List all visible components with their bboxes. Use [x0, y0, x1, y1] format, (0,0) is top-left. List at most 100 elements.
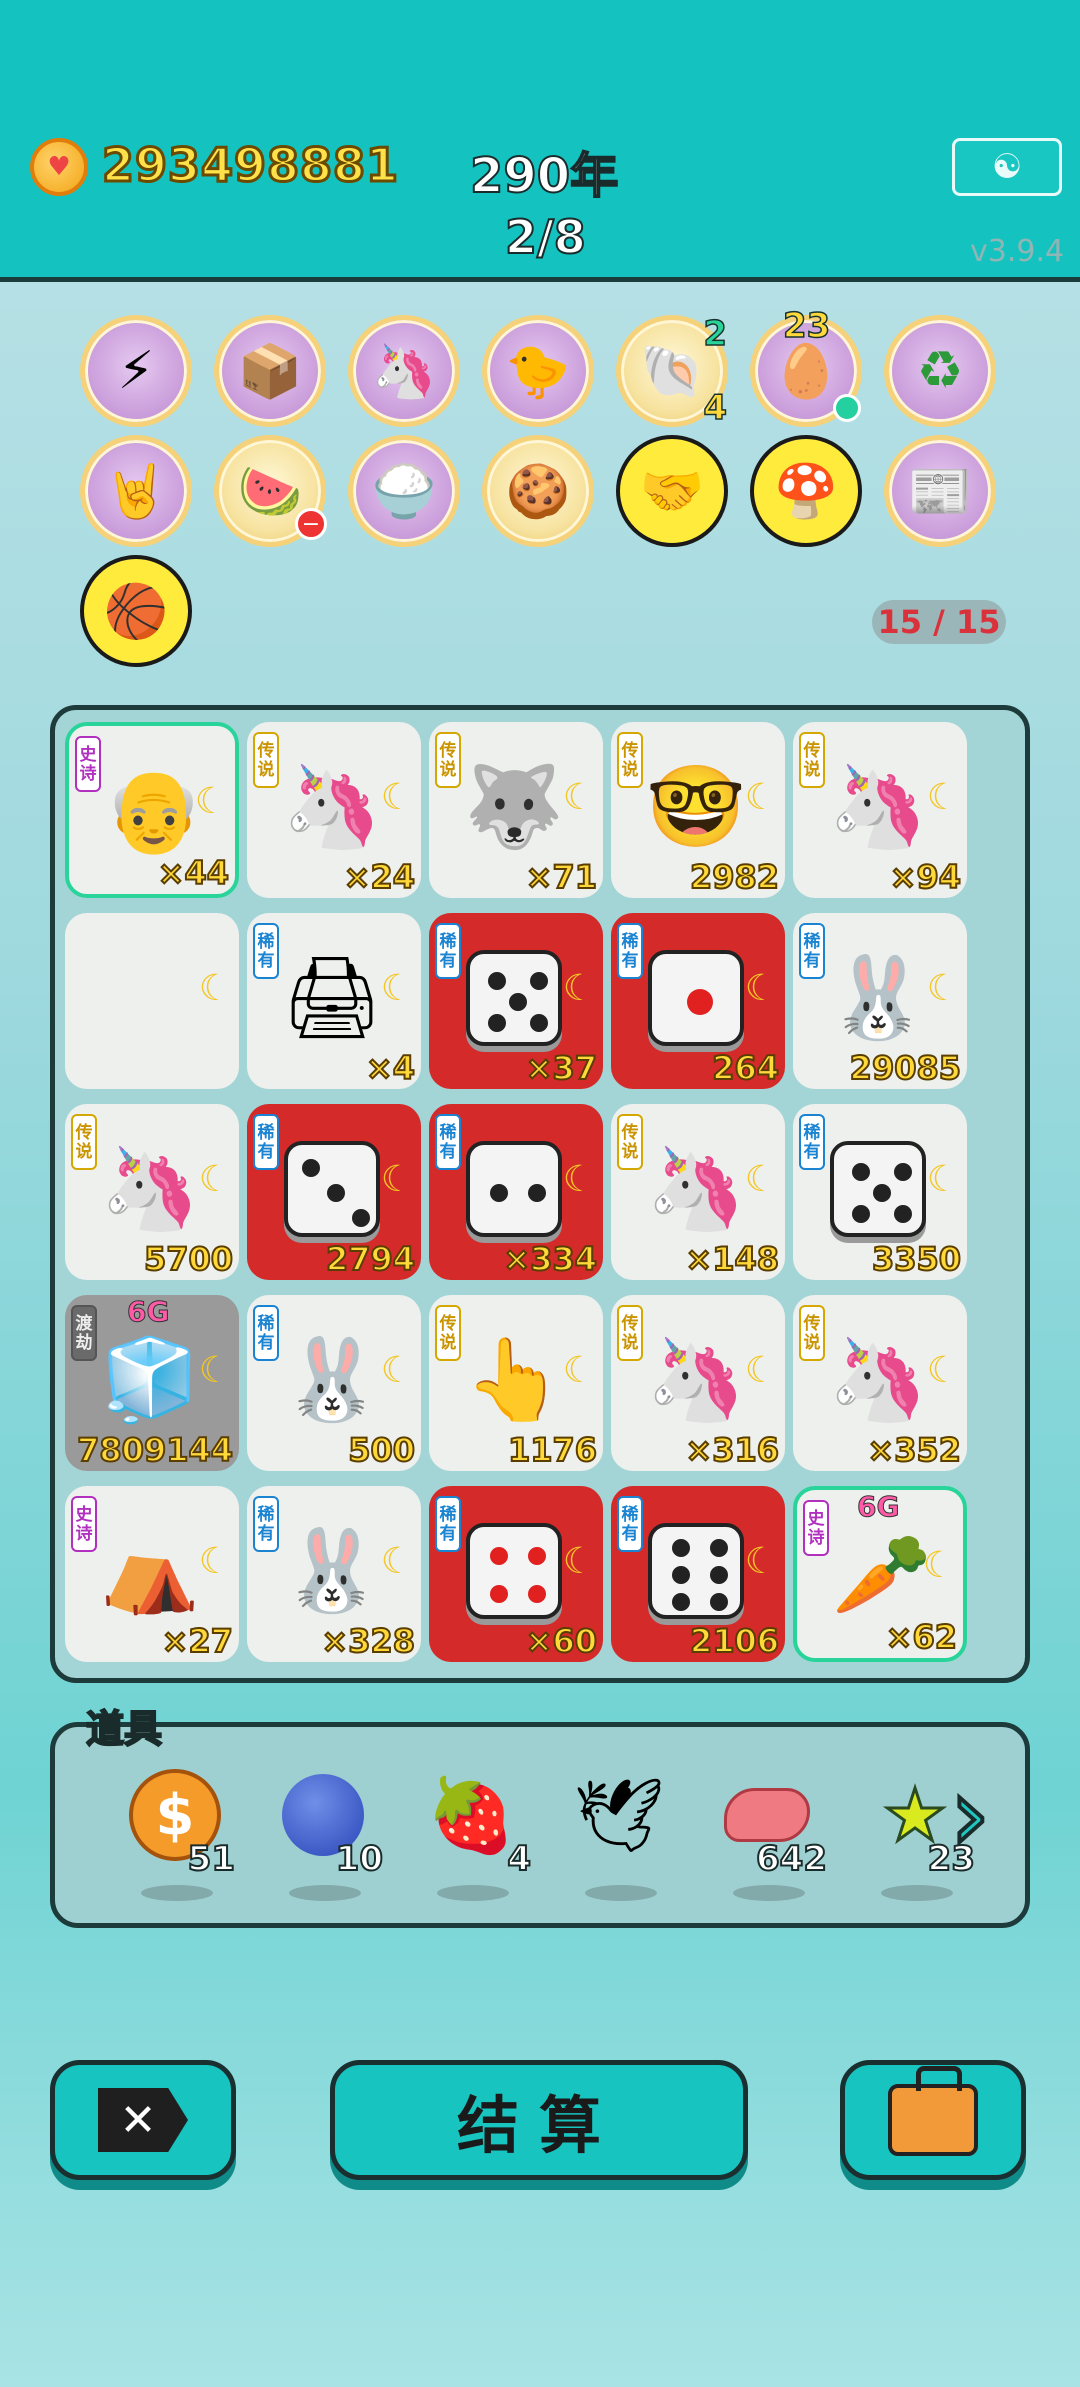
moon-icon: ☾	[194, 781, 227, 822]
top-bar: ♥ 293498881 290年 2/8 ☯	[0, 0, 1080, 282]
board-cell[interactable]: 传说 🦄 ☾ ×316	[611, 1295, 785, 1471]
moon-icon: ☾	[926, 1159, 959, 1200]
unicorn-icon: 🦄	[100, 1142, 200, 1235]
rarity-tag: 传说	[799, 732, 825, 788]
board-cell[interactable]: 稀有 ☾ 2106	[611, 1486, 785, 1662]
board-cell[interactable]: 稀有 🖨 ☾ ×4	[247, 913, 421, 1089]
board-cell[interactable]: 传说 🦄 ☾ ×148	[611, 1104, 785, 1280]
cell-value: 2106	[689, 1621, 780, 1661]
board-cell[interactable]: 稀有 🐰 ☾ 29085	[793, 913, 967, 1089]
printer-icon: 🖨	[281, 951, 383, 1044]
inventory-button[interactable]	[840, 2060, 1026, 2180]
board-cell[interactable]: 传说 🐺 ☾ ×71	[429, 722, 603, 898]
egg-tray-icon: 🥚	[773, 341, 839, 402]
rarity-tag: 稀有	[799, 1114, 825, 1170]
briefcase-icon	[888, 2066, 978, 2156]
board-cell[interactable]: 稀有 🐰 ☾ 500	[247, 1295, 421, 1471]
cell-value: ×60	[525, 1621, 598, 1661]
board-cell[interactable]: 稀有 ☾ 264	[611, 913, 785, 1089]
relic-slot[interactable]: 🍚	[348, 435, 460, 547]
status-dot	[833, 394, 861, 422]
item-slot[interactable]: $ 51	[115, 1767, 236, 1907]
fridge-icon: 🧊	[100, 1333, 200, 1426]
relic-slot[interactable]: 🏀	[80, 555, 192, 667]
board-cell[interactable]: 稀有 ☾ 3350	[793, 1104, 967, 1280]
rarity-tag: 稀有	[617, 1496, 643, 1552]
board-cell[interactable]: 史诗 6G 🥕 ☾ ×62	[793, 1486, 967, 1662]
die-pip	[528, 1585, 546, 1603]
rarity-tag: 传说	[253, 732, 279, 788]
board-cell[interactable]: 传说 🤓 ☾ 2982	[611, 722, 785, 898]
board-cell[interactable]: 稀有 ☾ ×60	[429, 1486, 603, 1662]
die-3-icon	[277, 1134, 387, 1244]
unicorn-icon: 🦄	[828, 1333, 928, 1426]
item-slot[interactable]: 10	[263, 1767, 384, 1907]
die-pip	[672, 1593, 690, 1611]
board-cell[interactable]: 传说 👆 ☾ 1176	[429, 1295, 603, 1471]
relic-slot[interactable]: ⚡	[80, 315, 192, 427]
board-cell[interactable]: 史诗 ⛺ ☾ ×27	[65, 1486, 239, 1662]
handshake-icon: 🤝	[639, 461, 705, 522]
board-cell[interactable]: ☾	[65, 913, 239, 1089]
meditate-button[interactable]: ☯	[952, 138, 1062, 196]
relic-slot[interactable]: 🐚 2 4	[616, 313, 728, 429]
item-slot[interactable]: 642	[707, 1767, 828, 1907]
relic-slot[interactable]: ♻	[884, 315, 996, 427]
die-pip	[488, 1014, 506, 1032]
item-slot[interactable]: 🍓 4	[411, 1767, 532, 1907]
meditation-person-icon: ☯	[991, 147, 1023, 187]
moon-icon: ☾	[562, 968, 595, 1009]
board-cell[interactable]: 传说 🦄 ☾ 5700	[65, 1104, 239, 1280]
board-cell[interactable]: 渡劫 6G 🧊 ☾ 7809144	[65, 1295, 239, 1471]
bowls-icon: 🍚	[371, 461, 437, 522]
die-pip	[710, 1539, 728, 1557]
version-label: v3.9.4	[970, 234, 1065, 269]
board-cell[interactable]: 稀有 ☾ 2794	[247, 1104, 421, 1280]
rarity-tag: 稀有	[435, 923, 461, 979]
settle-button[interactable]: 结算	[330, 2060, 748, 2180]
moon-icon: ☾	[562, 1350, 595, 1391]
moon-icon: ☾	[380, 1159, 413, 1200]
die-pip	[327, 1184, 345, 1202]
time-magazine-icon: 📰	[907, 461, 973, 522]
husky-king-icon: 🐺	[464, 760, 564, 853]
rarity-tag: 稀有	[253, 1114, 279, 1170]
board-cell[interactable]: 稀有 ☾ ×37	[429, 913, 603, 1089]
board-cell[interactable]: 稀有 ☾ ×334	[429, 1104, 603, 1280]
cell-value: 2794	[325, 1239, 416, 1279]
relic-slot[interactable]: 🤝	[616, 435, 728, 547]
cell-value: ×24	[343, 857, 416, 897]
year-label: 290年	[469, 147, 619, 205]
item-slot[interactable]: 🕊	[559, 1767, 679, 1907]
die-pip	[490, 1184, 508, 1202]
chevron-right-icon[interactable]: ›	[948, 1763, 1010, 1875]
die-pip	[302, 1159, 320, 1177]
die-pip	[894, 1163, 912, 1181]
relic-slot[interactable]: 🍪	[482, 435, 594, 547]
item-shadow	[437, 1885, 509, 1901]
rarity-tag: 传说	[435, 1305, 461, 1361]
relic-slot[interactable]: 🥚 23	[750, 305, 862, 427]
relic-slot[interactable]: 📰	[884, 435, 996, 547]
cell-value: ×148	[684, 1239, 780, 1279]
relic-slot[interactable]: 🤘	[80, 435, 192, 547]
board-cell[interactable]: 传说 🦄 ☾ ×352	[793, 1295, 967, 1471]
rarity-tag: 传说	[617, 732, 643, 788]
exit-x-icon: ✕	[98, 2088, 188, 2152]
die-pip	[352, 1209, 370, 1227]
board-cell[interactable]: 稀有 🐰 ☾ ×328	[247, 1486, 421, 1662]
moon-icon: ☾	[380, 968, 413, 1009]
relic-slot[interactable]: 🍉 −	[214, 435, 327, 547]
board-cell[interactable]: 传说 🦄 ☾ ×94	[793, 722, 967, 898]
relic-slot[interactable]: 🦄	[348, 315, 460, 427]
die-2-icon	[459, 1134, 569, 1244]
relic-slot[interactable]: 🍄	[750, 435, 862, 547]
rarity-tag: 稀有	[799, 923, 825, 979]
relic-slot[interactable]: 📦	[214, 315, 326, 427]
board-cell[interactable]: 传说 🦄 ☾ ×24	[247, 722, 421, 898]
board-cell[interactable]: 史诗 👴 ☾ ×44	[65, 722, 239, 898]
relic-slot[interactable]: 🐤	[482, 315, 594, 427]
exit-button[interactable]: ✕	[50, 2060, 236, 2180]
moon-icon: ☾	[744, 968, 777, 1009]
cell-value: ×71	[525, 857, 598, 897]
